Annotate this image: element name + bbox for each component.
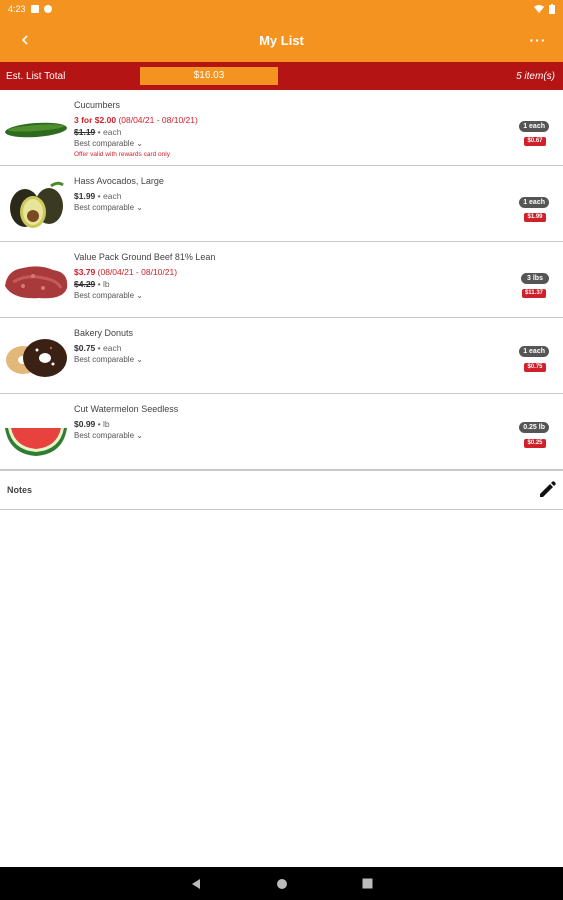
best-comparable-dropdown[interactable]: Best comparable ⌄ [74, 138, 493, 150]
promo-dates: (08/04/21 - 08/10/21) [97, 267, 178, 277]
item-name: Cut Watermelon Seedless [74, 404, 179, 414]
best-comparable-dropdown[interactable]: Best comparable ⌄ [74, 430, 493, 442]
page-title: My List [259, 32, 304, 48]
notes-label: Notes [7, 485, 33, 495]
sd-card-icon [30, 5, 39, 13]
regular-price: $0.99 [74, 419, 96, 429]
square-recents-icon [362, 878, 373, 889]
list-item[interactable]: Cut Watermelon Seedless $0.99 • lb Best … [0, 394, 563, 470]
system-nav-bar [0, 867, 563, 900]
back-button[interactable] [0, 18, 50, 62]
line-price-badge: $0.75 [524, 363, 546, 372]
cucumber-image [5, 122, 67, 138]
promo-price: $3.79 [74, 267, 96, 277]
nav-recents-button[interactable] [360, 876, 376, 892]
item-name: Value Pack Ground Beef 81% Lean [74, 252, 216, 262]
app-bar: My List ··· [0, 18, 563, 62]
list-item[interactable]: Value Pack Ground Beef 81% Lean $3.79 (0… [0, 242, 563, 318]
status-time: 4:23 [8, 4, 26, 14]
promo-dates: (08/04/21 - 08/10/21) [118, 115, 198, 125]
quantity-badge[interactable]: 1 each [519, 346, 549, 357]
list-total-bar: Est. List Total $16.03 5 item(s) [0, 62, 563, 90]
best-comparable-dropdown[interactable]: Best comparable ⌄ [74, 290, 493, 302]
line-price-badge: $1.99 [524, 213, 546, 222]
ground-beef-image [5, 266, 68, 299]
quantity-badge[interactable]: 1 each [519, 197, 549, 208]
regular-price: $0.75 [74, 343, 96, 353]
promo-line: $3.79 (08/04/21 - 08/10/21) [74, 266, 493, 278]
more-options-button[interactable]: ··· [513, 18, 563, 62]
promo-price: 3 for $2.00 [74, 115, 117, 125]
price-unit: • each [97, 343, 122, 353]
donut-image [6, 339, 67, 377]
battery-icon [549, 4, 555, 14]
price-unit: • each [97, 191, 122, 201]
quantity-badge[interactable]: 0.25 lb [519, 422, 549, 433]
wifi-icon [534, 5, 544, 13]
regular-price: $1.99 [74, 191, 96, 201]
offer-note: Offer valid with rewards card only [74, 151, 170, 158]
notes-row[interactable]: Notes [0, 470, 563, 510]
promo-line: 3 for $2.00 (08/04/21 - 08/10/21) [74, 114, 493, 126]
line-price-badge: $0.67 [524, 137, 546, 146]
list-item[interactable]: Cucumbers 3 for $2.00 (08/04/21 - 08/10/… [0, 90, 563, 166]
list-item[interactable]: Bakery Donuts $0.75 • each Best comparab… [0, 318, 563, 394]
triangle-back-icon [191, 878, 200, 889]
line-price-badge: $11.37 [521, 289, 546, 298]
item-name: Cucumbers [74, 100, 121, 110]
more-icon: ··· [529, 32, 547, 48]
price-unit: • each [97, 127, 122, 137]
nav-back-button[interactable] [188, 876, 204, 892]
chevron-left-icon [21, 35, 28, 45]
shopping-list: Cucumbers 3 for $2.00 (08/04/21 - 08/10/… [0, 90, 563, 510]
item-count: 5 item(s) [516, 70, 555, 82]
item-name: Bakery Donuts [74, 328, 134, 338]
regular-price: $1.19 [74, 127, 96, 137]
status-bar: 4:23 [0, 0, 563, 18]
list-item[interactable]: Hass Avocados, Large $1.99 • each Best c… [0, 166, 563, 242]
nav-home-button[interactable] [274, 876, 290, 892]
circle-home-icon [276, 878, 287, 889]
quantity-badge[interactable]: 1 each [519, 121, 549, 132]
total-label: Est. List Total [6, 70, 66, 82]
price-unit: • lb [97, 419, 110, 429]
price-unit: • lb [97, 279, 110, 289]
avocado-image [10, 181, 64, 228]
quantity-badge[interactable]: 3 lbs [521, 273, 549, 284]
pencil-icon[interactable] [537, 480, 557, 500]
watermelon-image [5, 428, 67, 456]
line-price-badge: $0.25 [524, 439, 546, 448]
total-value: $16.03 [140, 67, 278, 85]
item-name: Hass Avocados, Large [74, 176, 164, 186]
best-comparable-dropdown[interactable]: Best comparable ⌄ [74, 354, 493, 366]
sync-icon [43, 5, 52, 13]
regular-price: $4.29 [74, 279, 96, 289]
best-comparable-dropdown[interactable]: Best comparable ⌄ [74, 202, 493, 214]
